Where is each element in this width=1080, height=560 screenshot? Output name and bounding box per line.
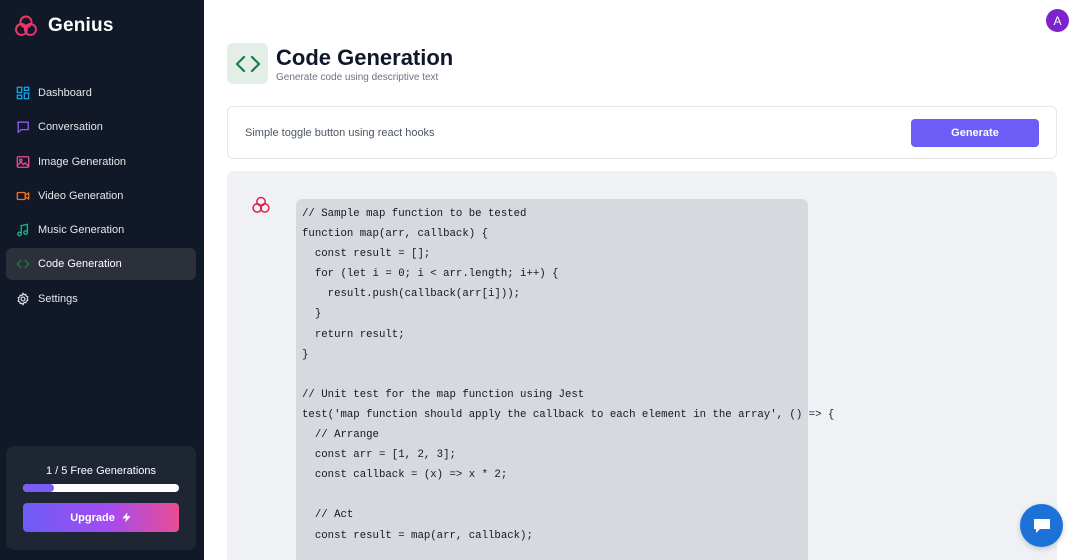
sidebar-item-label: Video Generation [38,189,124,202]
code-line: } [302,348,309,361]
prompt-form: Generate [227,106,1057,159]
code-line: const result = map(arr, callback); [302,529,533,542]
brand[interactable]: Genius [14,14,114,38]
code-line: result.push(callback(arr[i])); [302,288,521,301]
upgrade-button[interactable]: Upgrade [23,503,179,532]
code-line: const callback = (x) => x * 2; [302,469,508,482]
free-generations-counter: 1 / 5 Free Generations [45,465,157,477]
chat-icon [1033,518,1050,533]
code-line: const result = []; [302,248,431,261]
bot-message: // Sample map function to be tested funct… [227,171,1057,560]
settings-icon [16,291,30,306]
prompt-input[interactable] [245,124,845,142]
code-line: for (let i = 0; i < arr.length; i++) { [302,268,559,281]
sidebar-item-code-generation[interactable]: Code Generation [6,248,196,281]
logo-icon [15,15,37,36]
code-heading-icon [227,43,268,84]
sidebar-item-label: Music Generation [38,224,125,237]
zap-icon [122,512,131,523]
code-line: return result; [302,328,405,341]
chat-support-button[interactable] [1020,504,1063,547]
dashboard-icon [16,86,30,100]
upgrade-button-label: Upgrade [70,511,115,524]
music-icon [16,223,30,237]
image-icon [16,155,30,169]
code-line: // Unit test for the map function using … [302,388,585,401]
sidebar-item-settings[interactable]: Settings [6,283,196,315]
sidebar-item-music-generation[interactable]: Music Generation [6,214,196,246]
sidebar-item-label: Conversation [38,121,103,134]
sidebar-item-label: Settings [38,292,78,305]
sidebar-item-dashboard[interactable]: Dashboard [6,77,196,109]
code-line: // Sample map function to be tested [302,208,527,220]
generations-progress-bar [23,484,179,492]
sidebar-item-label: Code Generation [38,258,122,271]
code-icon [16,257,30,271]
code-line: // Act [302,509,354,522]
code-block: // Sample map function to be tested funct… [296,199,835,560]
code-line: function map(arr, callback) { [302,228,488,241]
code-line: const arr = [1, 2, 3]; [302,449,456,462]
sidebar-item-video-generation[interactable]: Video Generation [6,180,196,212]
message-square-icon [16,120,30,134]
sidebar-item-label: Dashboard [38,87,92,99]
sidebar-item-label: Image Generation [38,155,127,168]
sidebar-item-conversation[interactable]: Conversation [6,111,196,143]
page-title: Code Generation [276,44,454,70]
code-line: // Arrange [302,429,379,442]
code-line: } [302,308,322,321]
generations-progress-fill [23,484,55,492]
sidebar-nav: Dashboard Conversation Image Generation … [6,77,196,317]
page-subtitle: Generate code using descriptive text [276,71,439,83]
page-heading: Code Generation Generate code using desc… [227,43,453,84]
sidebar-item-image-generation[interactable]: Image Generation [6,146,196,178]
video-icon [16,189,30,203]
generate-button[interactable]: Generate [911,119,1039,147]
bot-avatar-icon [252,196,270,213]
user-avatar[interactable]: A [1046,9,1069,32]
main-content: A Code Generation Generate code using de… [204,0,1080,560]
sidebar: Genius Dashboard Conversation Image Gene… [0,0,204,560]
free-generations-card: 1 / 5 Free Generations Upgrade [6,446,196,550]
brand-name: Genius [48,15,114,36]
code-line: test('map function should apply the call… [302,408,835,421]
